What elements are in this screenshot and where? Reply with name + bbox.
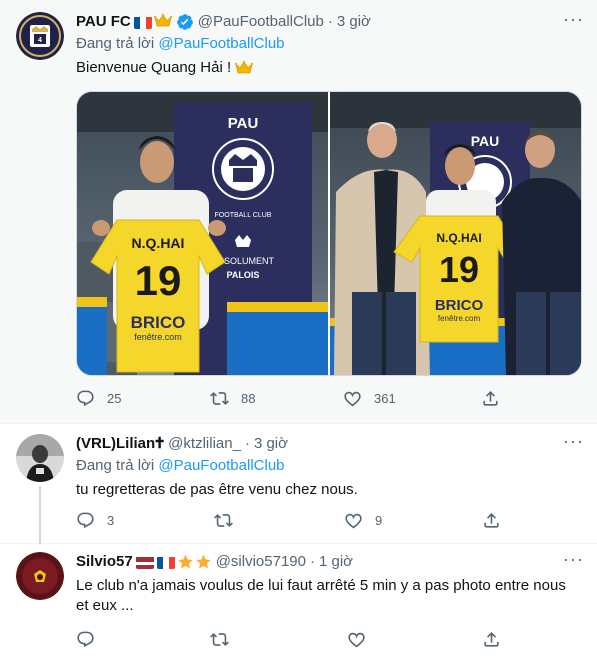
like-count: 361 xyxy=(374,390,396,406)
sponsor-sub-1: fenêtre.com xyxy=(134,332,182,342)
reply-count: 25 xyxy=(107,390,122,406)
avatar-silvio57[interactable] xyxy=(16,552,64,600)
jersey-name-1: N.Q.HAI xyxy=(132,235,185,251)
replying-prefix: Đang trả lời xyxy=(76,35,155,52)
more-icon[interactable]: ··· xyxy=(563,550,583,572)
tweet-media[interactable]: PAU FOOTBALL CLUB ABSOLUMENT PALOIS N.Q.… xyxy=(76,91,582,376)
retweet-button[interactable] xyxy=(210,630,229,649)
banner-top-text-2: PAU xyxy=(471,133,500,149)
share-button[interactable] xyxy=(481,389,500,408)
photo-1-art: PAU FOOTBALL CLUB ABSOLUMENT PALOIS N.Q.… xyxy=(77,92,328,375)
separator-dot: · xyxy=(309,553,315,570)
more-icon[interactable]: ··· xyxy=(563,10,583,32)
retweet-icon xyxy=(210,632,229,646)
sponsor-sub-2: fenêtre.com xyxy=(438,314,481,323)
avatar-pau-fc[interactable]: 4 xyxy=(16,12,64,60)
avatar-lilian[interactable] xyxy=(16,434,64,482)
retweet-count: 88 xyxy=(241,390,256,406)
reply-icon xyxy=(77,390,94,406)
tweet-reply-1[interactable]: (VRL)Lilian🕇 @ktzlilian_ · 3 giờ Đang tr… xyxy=(0,424,597,544)
tweet-photo-2[interactable]: PAU N.Q.HAI 19 BRICO fenêtre.com xyxy=(330,92,581,375)
reply-button[interactable]: 3 xyxy=(76,511,114,530)
tweet-actions: 3 9 xyxy=(76,510,597,530)
like-button[interactable] xyxy=(347,630,366,649)
share-icon xyxy=(484,512,499,528)
reply-button[interactable] xyxy=(76,630,95,649)
verified-icon xyxy=(176,13,194,31)
reply-icon xyxy=(77,512,94,528)
retweet-button[interactable] xyxy=(214,511,233,530)
tweet-text: Le club n'a jamais voulus de lui faut ar… xyxy=(76,577,566,614)
banner-top-text: PAU xyxy=(228,115,259,132)
reply-icon xyxy=(77,631,94,647)
replying-to: Đang trả lời @PauFootballClub xyxy=(76,34,581,54)
like-icon xyxy=(348,632,365,647)
replying-to: Đang trả lời @PauFootballClub xyxy=(76,456,581,476)
star-icon xyxy=(195,554,212,570)
star-icon xyxy=(177,554,194,570)
retweet-icon xyxy=(210,391,229,405)
photo-2-art: PAU N.Q.HAI 19 BRICO fenêtre.com xyxy=(330,92,581,375)
like-icon xyxy=(345,513,362,528)
tweet-main[interactable]: 4 PAU FC @PauFootballClub · 3 giờ Đang t… xyxy=(0,0,597,424)
share-icon xyxy=(483,390,498,406)
author-handle[interactable]: @silvio57190 xyxy=(216,552,306,572)
jersey-number-2: 19 xyxy=(439,249,479,290)
share-icon xyxy=(484,631,499,647)
sponsor-2: BRICO xyxy=(435,297,484,314)
flag-fr-icon xyxy=(156,556,175,569)
replying-prefix: Đang trả lời xyxy=(76,457,155,474)
like-count: 9 xyxy=(375,512,383,528)
retweet-icon xyxy=(214,513,233,527)
tweet-actions xyxy=(76,629,597,649)
tweet-reply-2[interactable]: Silvio57 @silvio57190 · 1 giờ Le club n'… xyxy=(0,544,597,659)
tweet-text: Bienvenue Quang Hải ! xyxy=(76,58,581,80)
tweet-time[interactable]: 3 giờ xyxy=(337,12,371,32)
crown-icon xyxy=(234,60,254,80)
tweet-time[interactable]: 3 giờ xyxy=(254,434,288,454)
tweet-photo-1[interactable]: PAU FOOTBALL CLUB ABSOLUMENT PALOIS N.Q.… xyxy=(77,92,328,375)
like-button[interactable]: 361 xyxy=(343,389,396,408)
separator-dot: · xyxy=(327,13,333,30)
banner-tagline-2: PALOIS xyxy=(227,270,260,280)
reply-button[interactable]: 25 xyxy=(76,389,121,408)
sponsor-1: BRICO xyxy=(131,313,186,332)
banner-club-text: FOOTBALL CLUB xyxy=(215,212,272,219)
crown-icon xyxy=(153,12,173,32)
flag-fr-icon xyxy=(133,16,152,29)
jersey-name-2: N.Q.HAI xyxy=(436,231,481,245)
reply-count: 3 xyxy=(107,512,115,528)
thread-line xyxy=(39,486,41,544)
replying-mention[interactable]: @PauFootballClub xyxy=(158,457,284,474)
share-button[interactable] xyxy=(482,511,501,530)
jersey-number-1: 19 xyxy=(135,257,182,304)
author-handle[interactable]: @PauFootballClub xyxy=(198,12,324,32)
share-button[interactable] xyxy=(482,630,501,649)
retweet-button[interactable]: 88 xyxy=(210,389,255,408)
author-name[interactable]: PAU FC xyxy=(76,12,131,32)
author-handle[interactable]: @ktzlilian_ xyxy=(168,434,241,454)
svg-text:4: 4 xyxy=(38,37,42,44)
more-icon[interactable]: ··· xyxy=(563,432,583,454)
tweet-text: tu regretteras de pas être venu chez nou… xyxy=(76,481,358,498)
replying-mention[interactable]: @PauFootballClub xyxy=(158,35,284,52)
tweet-text-content: Bienvenue Quang Hải ! xyxy=(76,59,232,76)
author-name[interactable]: (VRL)Lilian🕇 xyxy=(76,434,164,454)
flag-latvia-icon xyxy=(135,556,154,569)
tweet-time[interactable]: 1 giờ xyxy=(319,552,353,572)
like-button[interactable]: 9 xyxy=(344,511,382,530)
tweet-actions: 25 88 361 xyxy=(76,388,597,408)
like-icon xyxy=(344,391,361,406)
author-name[interactable]: Silvio57 xyxy=(76,552,133,572)
separator-dot: · xyxy=(244,435,250,452)
